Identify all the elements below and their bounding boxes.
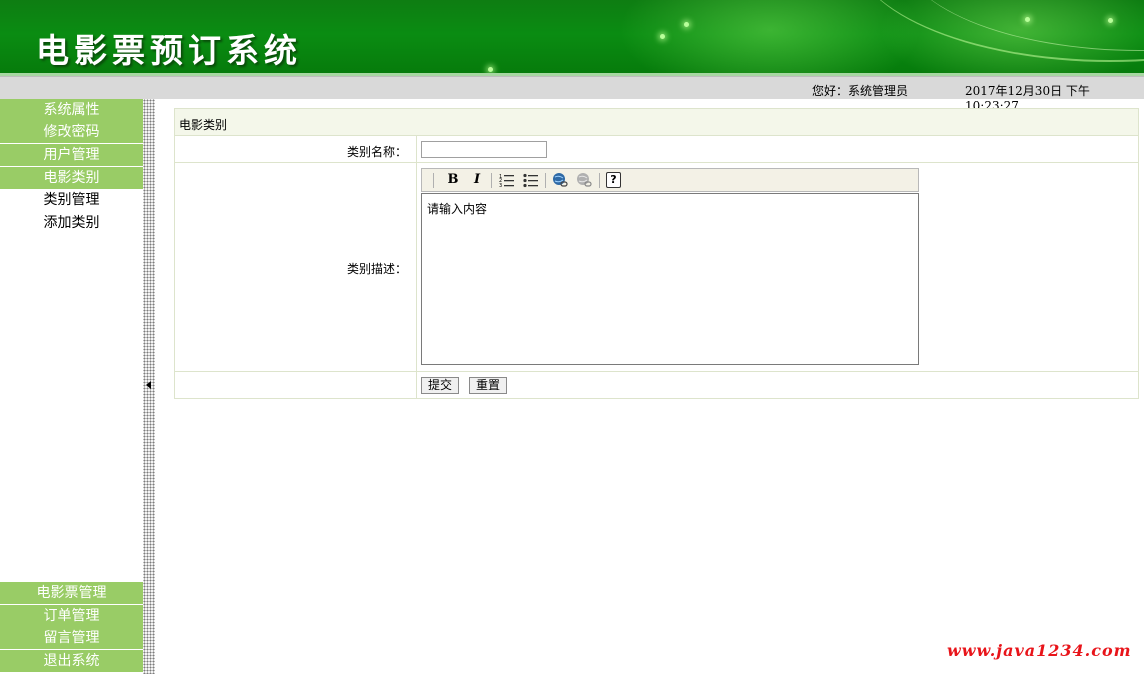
column-divider [416, 163, 417, 371]
category-description-label: 类别描述： [346, 262, 407, 276]
category-form: 电影类别 类别名称： 类别描述： B I 123 ? 请输入内容 提交 重置 [174, 108, 1139, 399]
sidebar-menu: 系统属性 修改密码 用户管理 电影类别 类别管理 添加类别 电影票管理 订单管理… [0, 99, 143, 674]
sidebar-splitter[interactable] [143, 99, 155, 674]
banner-sparkle [1108, 18, 1113, 23]
sidebar-item-logout[interactable]: 退出系统 [0, 650, 143, 672]
category-name-input[interactable] [421, 141, 547, 158]
italic-icon[interactable]: I [469, 172, 485, 188]
banner-sparkle [1025, 17, 1030, 22]
editor-toolbar: B I 123 ? [421, 168, 919, 192]
remove-link-icon[interactable] [576, 172, 592, 188]
bold-icon[interactable]: B [445, 172, 461, 188]
sidebar-item-movie-category[interactable]: 电影类别 [0, 167, 143, 189]
submit-button[interactable]: 提交 [421, 377, 460, 394]
form-row-actions: 提交 重置 [175, 372, 1138, 398]
banner-sparkle [660, 34, 665, 39]
column-divider [416, 136, 417, 162]
category-name-label: 类别名称： [346, 145, 407, 159]
sidebar-item-add-category[interactable]: 添加类别 [0, 212, 143, 234]
form-row-description: 类别描述： B I 123 ? 请输入内容 [175, 163, 1138, 372]
toolbar-separator [491, 173, 492, 188]
banner-sparkle [488, 67, 493, 72]
editor-content-area[interactable]: 请输入内容 [421, 193, 919, 365]
app-title: 电影票预订系统 [36, 31, 302, 70]
toolbar-separator [545, 173, 546, 188]
rich-text-editor: B I 123 ? 请输入内容 [421, 168, 919, 366]
toolbar-separator [599, 173, 600, 188]
sidebar-item-ticket-management[interactable]: 电影票管理 [0, 582, 143, 604]
column-divider [416, 372, 417, 398]
banner-glow [620, 0, 920, 76]
unordered-list-icon[interactable] [523, 172, 539, 188]
sidebar-item-user-management[interactable]: 用户管理 [0, 144, 143, 166]
toolbar-separator [433, 173, 434, 188]
svg-text:3: 3 [499, 183, 502, 188]
ordered-list-icon[interactable]: 123 [499, 172, 515, 189]
sidebar-item-change-password[interactable]: 修改密码 [0, 121, 143, 143]
sidebar-item-order-management[interactable]: 订单管理 [0, 605, 143, 627]
user-greeting: 您好：系统管理员 [812, 84, 909, 98]
form-section-title: 电影类别 [179, 118, 228, 132]
header-banner: 电影票预订系统 [0, 0, 1144, 76]
site-watermark: www.java1234.com [947, 641, 1132, 660]
reset-button[interactable]: 重置 [469, 377, 508, 394]
banner-sparkle [684, 22, 689, 27]
form-header: 电影类别 [175, 109, 1138, 136]
insert-link-icon[interactable] [552, 172, 568, 188]
status-bar: 您好：系统管理员 2017年12月30日 下午 10:23:27 [0, 76, 1144, 113]
form-row-name: 类别名称： [175, 136, 1138, 163]
sidebar-item-category-management[interactable]: 类别管理 [0, 189, 143, 211]
collapse-arrow-icon[interactable] [146, 381, 151, 389]
help-icon[interactable]: ? [606, 172, 621, 188]
sidebar-item-system-properties[interactable]: 系统属性 [0, 99, 143, 121]
sidebar-item-message-management[interactable]: 留言管理 [0, 627, 143, 649]
